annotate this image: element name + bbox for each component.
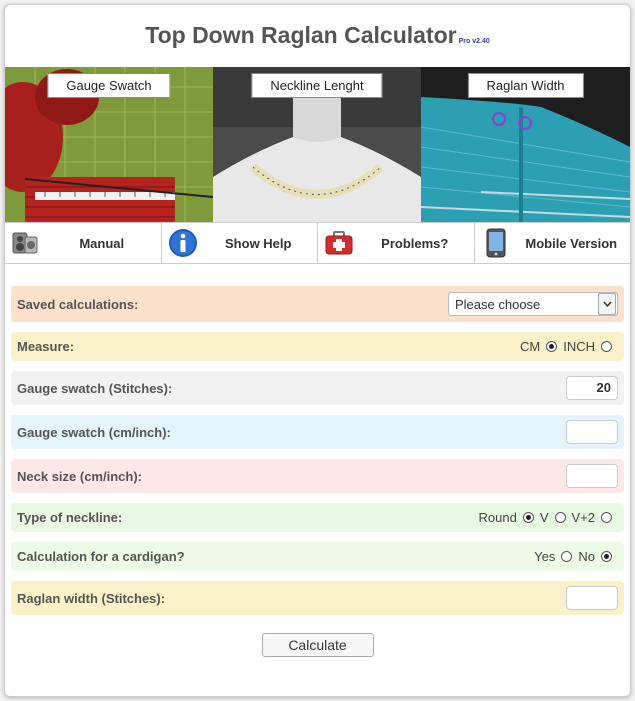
neckline-v2-label: V+2 bbox=[571, 510, 596, 525]
neckline-length-label: Neckline Lenght bbox=[251, 73, 383, 98]
neck-size-label: Neck size (cm/inch): bbox=[17, 468, 142, 484]
gauge-stitches-input[interactable]: 20 bbox=[566, 376, 618, 400]
page-title: Top Down Raglan Calculator bbox=[145, 22, 457, 48]
cardigan-label: Calculation for a cardigan? bbox=[17, 549, 185, 564]
cardigan-yes-radio[interactable] bbox=[561, 551, 573, 562]
raglan-width-input[interactable] bbox=[566, 586, 618, 610]
button-row: Calculate bbox=[11, 633, 624, 657]
mobile-phone-icon bbox=[479, 226, 513, 260]
neck-size-row: Neck size (cm/inch): bbox=[11, 459, 624, 493]
show-help-button[interactable]: Show Help bbox=[162, 223, 318, 263]
gauge-stitches-label: Gauge swatch (Stitches): bbox=[17, 380, 173, 396]
info-icon bbox=[166, 226, 200, 260]
chevron-down-icon bbox=[598, 293, 616, 315]
gauge-swatch-photo[interactable]: Gauge Swatch bbox=[5, 67, 213, 222]
neckline-type-row: Type of neckline: Round V V+2 bbox=[11, 503, 624, 532]
measure-cm-radio[interactable] bbox=[546, 341, 558, 352]
problems-button[interactable]: Problems? bbox=[318, 223, 475, 263]
manual-button[interactable]: Manual bbox=[5, 223, 162, 263]
gauge-swatch-label: Gauge Swatch bbox=[47, 73, 171, 98]
measure-row: Measure: CM INCH bbox=[11, 332, 624, 361]
mobile-version-label: Mobile Version bbox=[525, 235, 618, 251]
neck-size-input[interactable] bbox=[566, 464, 618, 488]
neckline-v-label: V bbox=[539, 510, 549, 525]
saved-calculations-label: Saved calculations: bbox=[17, 296, 139, 312]
measure-inch-label: INCH bbox=[563, 339, 595, 354]
show-help-label: Show Help bbox=[225, 235, 292, 251]
raglan-width-photo[interactable]: Raglan Width bbox=[421, 67, 630, 222]
calculator-panel: Top Down Raglan Calculator Pro v2.40 Gau… bbox=[4, 4, 631, 697]
calculate-button[interactable]: Calculate bbox=[261, 633, 374, 657]
photo-strip: Gauge Swatch Neckline Lenght Raglan Widt… bbox=[5, 67, 630, 222]
manual-label: Manual bbox=[79, 235, 125, 251]
first-aid-kit-icon bbox=[322, 226, 356, 260]
gauge-length-label: Gauge swatch (cm/inch): bbox=[17, 424, 171, 440]
calculator-form: Saved calculations: Please choose Measur… bbox=[5, 264, 630, 657]
raglan-width-label: Raglan width (Stitches): bbox=[17, 590, 166, 606]
saved-calculations-value: Please choose bbox=[455, 296, 541, 312]
neckline-type-label: Type of neckline: bbox=[17, 510, 123, 525]
raglan-width-row: Raglan width (Stitches): bbox=[11, 581, 624, 615]
neckline-round-radio[interactable] bbox=[522, 512, 534, 523]
speaker-icon bbox=[9, 226, 43, 260]
page-header: Top Down Raglan Calculator Pro v2.40 bbox=[5, 5, 630, 67]
cardigan-no-radio[interactable] bbox=[601, 551, 612, 562]
measure-inch-radio[interactable] bbox=[601, 341, 612, 352]
gauge-stitches-row: Gauge swatch (Stitches): 20 bbox=[11, 371, 624, 405]
version-label: Pro v2.40 bbox=[458, 38, 490, 45]
neckline-round-label: Round bbox=[478, 510, 517, 525]
problems-label: Problems? bbox=[381, 235, 449, 251]
raglan-width-photo-label: Raglan Width bbox=[467, 73, 584, 98]
main-menu: Manual Show Help Problems? Mobile Versio… bbox=[5, 222, 630, 264]
cardigan-yes-label: Yes bbox=[534, 549, 556, 564]
gauge-length-input[interactable] bbox=[566, 420, 618, 444]
cardigan-row: Calculation for a cardigan? Yes No bbox=[11, 542, 624, 571]
neckline-v-radio[interactable] bbox=[554, 512, 566, 523]
saved-calculations-row: Saved calculations: Please choose bbox=[11, 286, 624, 322]
neckline-photo[interactable]: Neckline Lenght bbox=[213, 67, 421, 222]
neckline-v2-radio[interactable] bbox=[601, 512, 612, 523]
gauge-length-row: Gauge swatch (cm/inch): bbox=[11, 415, 624, 449]
mobile-version-button[interactable]: Mobile Version bbox=[475, 223, 631, 263]
cardigan-no-label: No bbox=[578, 549, 595, 564]
saved-calculations-select[interactable]: Please choose bbox=[448, 292, 618, 316]
measure-cm-label: CM bbox=[520, 339, 541, 354]
measure-label: Measure: bbox=[17, 339, 75, 354]
